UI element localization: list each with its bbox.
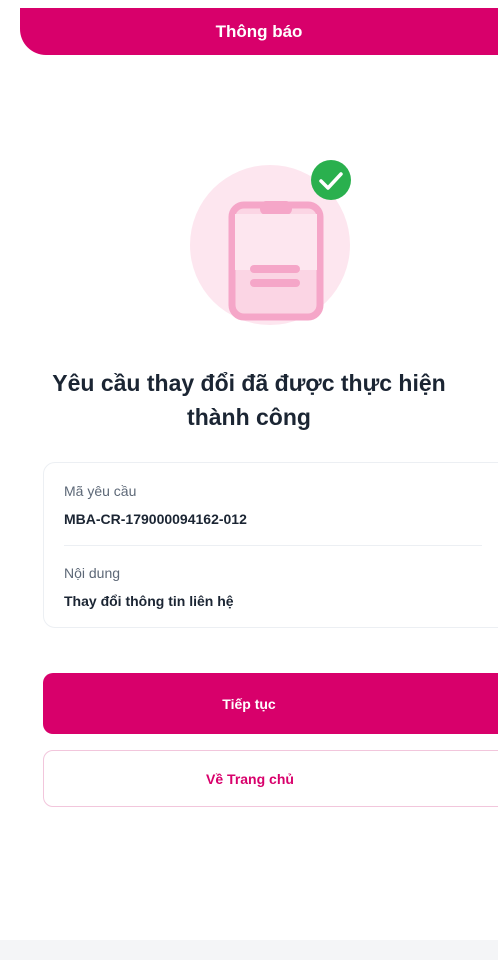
top-header: Thông báo <box>20 8 498 55</box>
content-value: Thay đổi thông tin liên hệ <box>64 593 234 609</box>
continue-button-label: Tiếp tục <box>222 695 276 712</box>
continue-button[interactable]: Tiếp tục <box>43 673 498 734</box>
request-details-card: Mã yêu cầu MBA-CR-179000094162-012 Nội d… <box>43 462 498 628</box>
home-button[interactable]: Về Trang chủ <box>43 750 498 807</box>
request-code-value: MBA-CR-179000094162-012 <box>64 511 247 527</box>
phone-success-icon <box>190 160 351 325</box>
page-title: Thông báo <box>215 22 303 41</box>
divider <box>64 545 482 546</box>
content-label: Nội dung <box>64 565 121 581</box>
check-circle-icon <box>311 160 351 200</box>
bottom-bar <box>0 940 498 960</box>
home-button-label: Về Trang chủ <box>206 770 294 787</box>
success-illustration <box>190 160 360 330</box>
success-title: Yêu cầu thay đổi đã được thực hiện thành… <box>52 370 446 430</box>
request-code-label: Mã yêu cầu <box>64 483 137 499</box>
